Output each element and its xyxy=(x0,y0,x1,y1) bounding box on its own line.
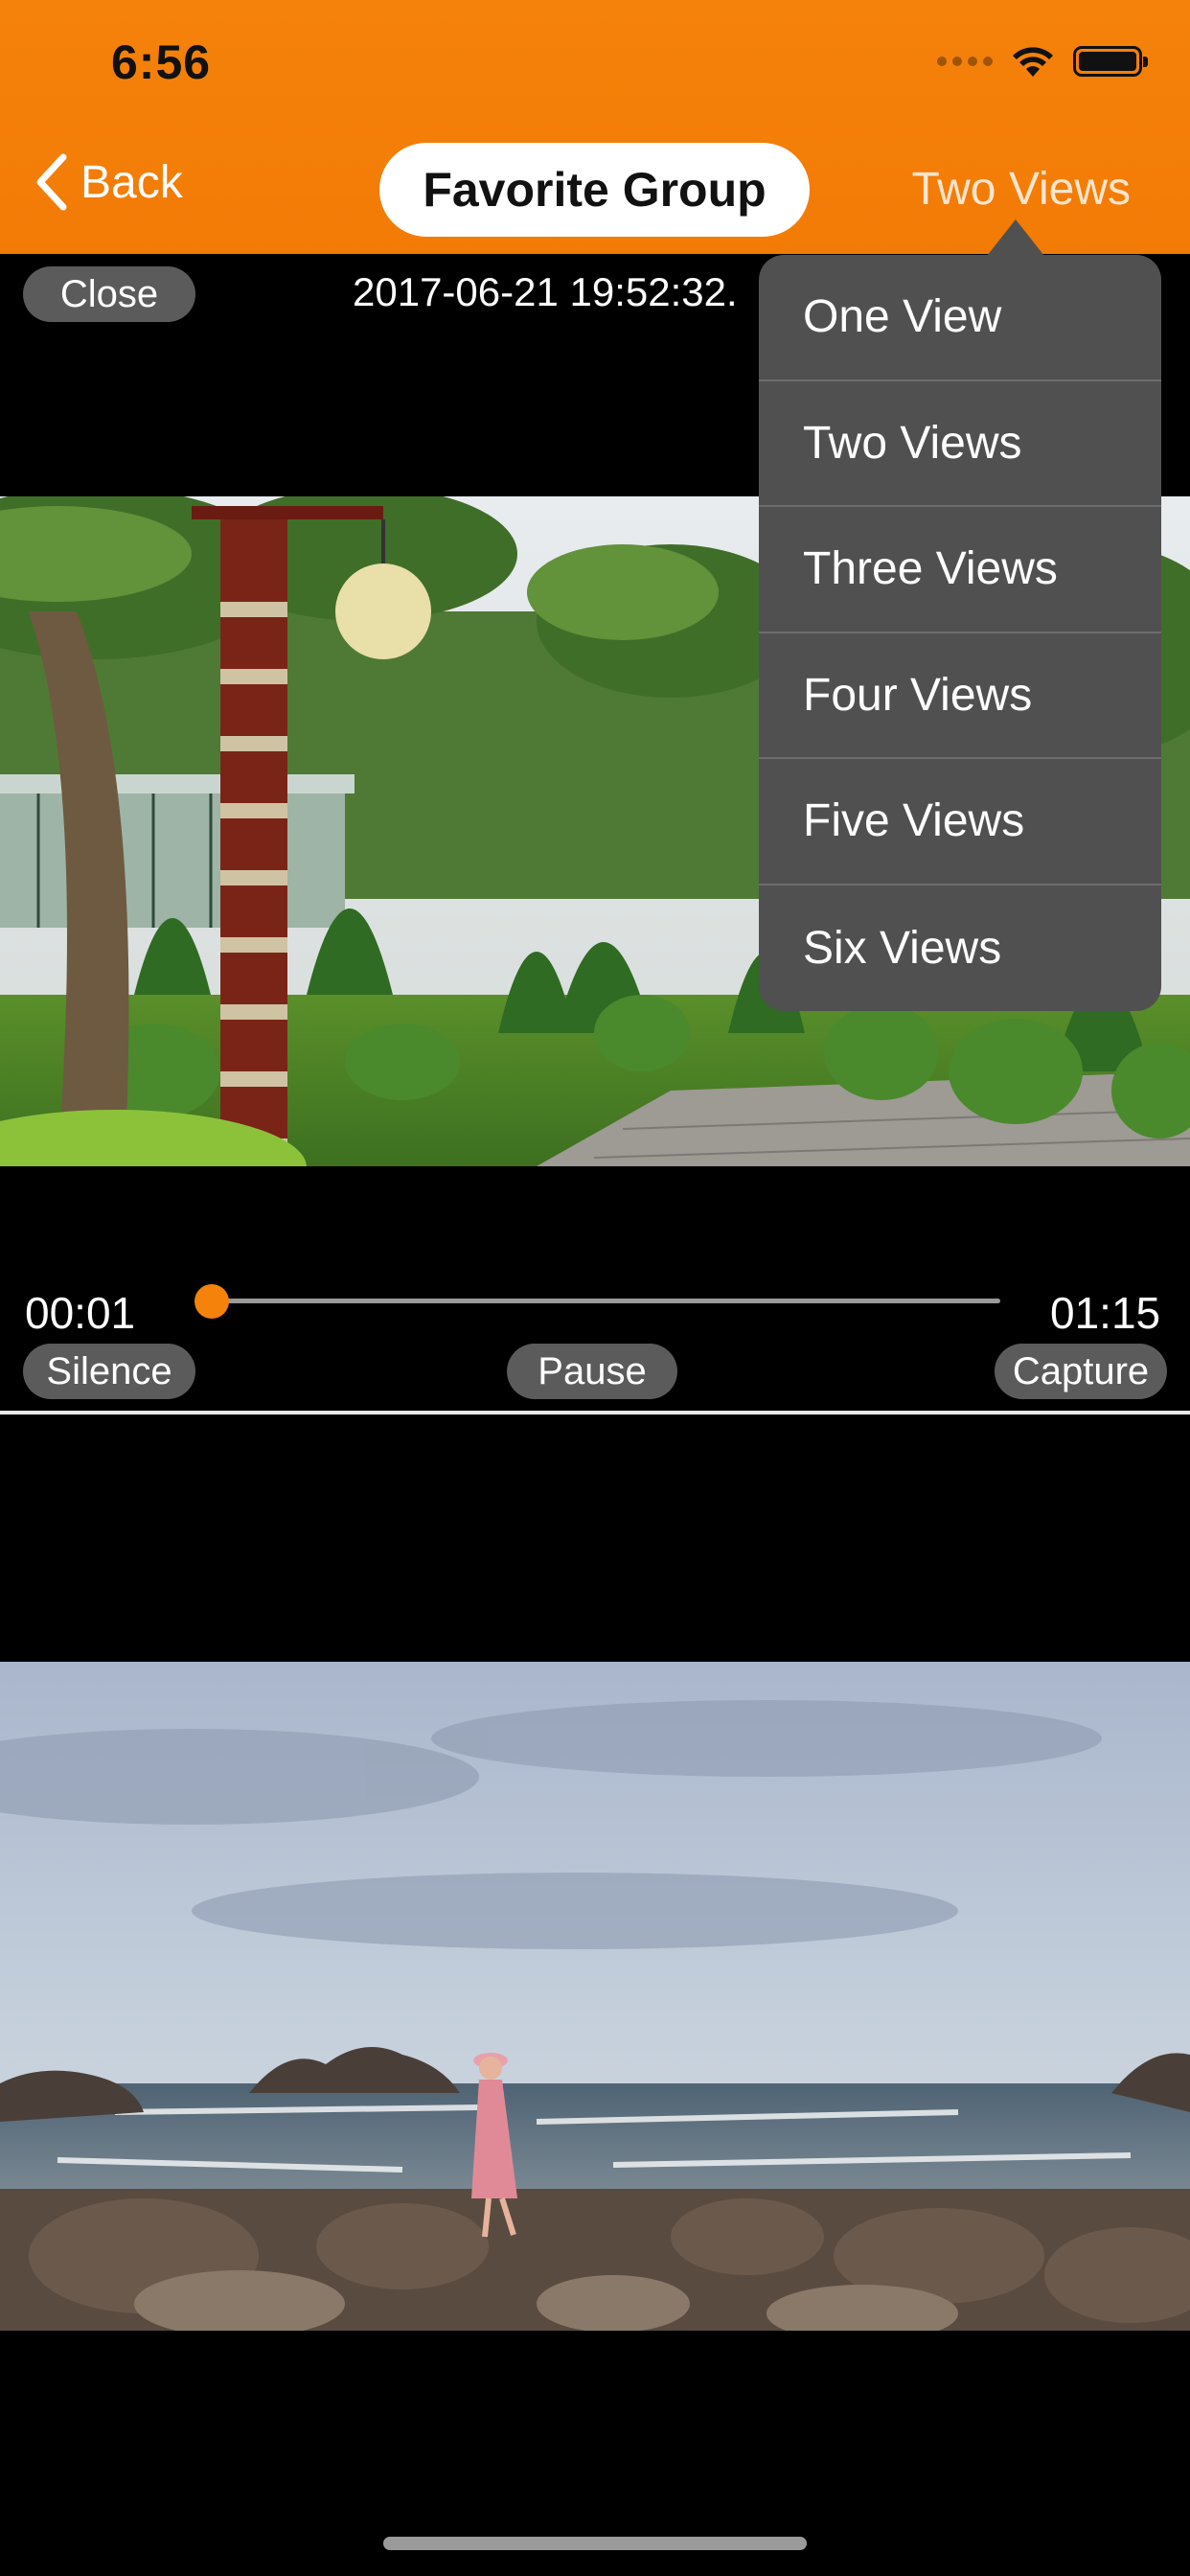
seashore-video-frame xyxy=(0,1662,1190,2331)
view-mode-button[interactable]: Two Views xyxy=(911,163,1131,216)
battery-icon xyxy=(1073,46,1148,77)
menu-item-six-views[interactable]: Six Views xyxy=(759,886,1161,1012)
back-label: Back xyxy=(80,156,183,208)
wifi-icon xyxy=(1013,47,1053,77)
view-mode-menu: One View Two Views Three Views Four Views Fi… xyxy=(759,255,1161,1011)
silence-button[interactable]: Silence xyxy=(23,1344,195,1399)
video-timestamp: 2017-06-21 19:52:32. xyxy=(353,269,738,314)
total-time: 01:15 xyxy=(1050,1288,1161,1338)
home-indicator[interactable] xyxy=(383,2537,807,2550)
current-time: 00:01 xyxy=(25,1288,136,1338)
menu-item-five-views[interactable]: Five Views xyxy=(759,759,1161,886)
video-view-2[interactable] xyxy=(0,1662,1190,2331)
menu-item-two-views[interactable]: Two Views xyxy=(759,381,1161,507)
status-icons xyxy=(937,44,1148,79)
menu-pointer xyxy=(987,219,1044,256)
screen: 6:56 Back Favorite Group Two Views Close… xyxy=(0,0,1190,2576)
back-button[interactable]: Back xyxy=(34,153,183,211)
header: 6:56 Back Favorite Group Two Views xyxy=(0,0,1190,254)
capture-button[interactable]: Capture xyxy=(995,1344,1167,1399)
cellular-signal-icon xyxy=(937,57,993,66)
progress-track[interactable] xyxy=(195,1299,1000,1303)
menu-item-four-views[interactable]: Four Views xyxy=(759,633,1161,759)
view-divider xyxy=(0,1411,1190,1414)
progress-thumb[interactable] xyxy=(194,1284,229,1319)
chevron-left-icon xyxy=(36,153,67,211)
menu-item-three-views[interactable]: Three Views xyxy=(759,507,1161,633)
close-button[interactable]: Close xyxy=(23,266,195,322)
page-title: Favorite Group xyxy=(379,143,810,237)
menu-item-one-view[interactable]: One View xyxy=(759,255,1161,381)
status-time: 6:56 xyxy=(111,35,212,89)
pause-button[interactable]: Pause xyxy=(507,1344,677,1399)
